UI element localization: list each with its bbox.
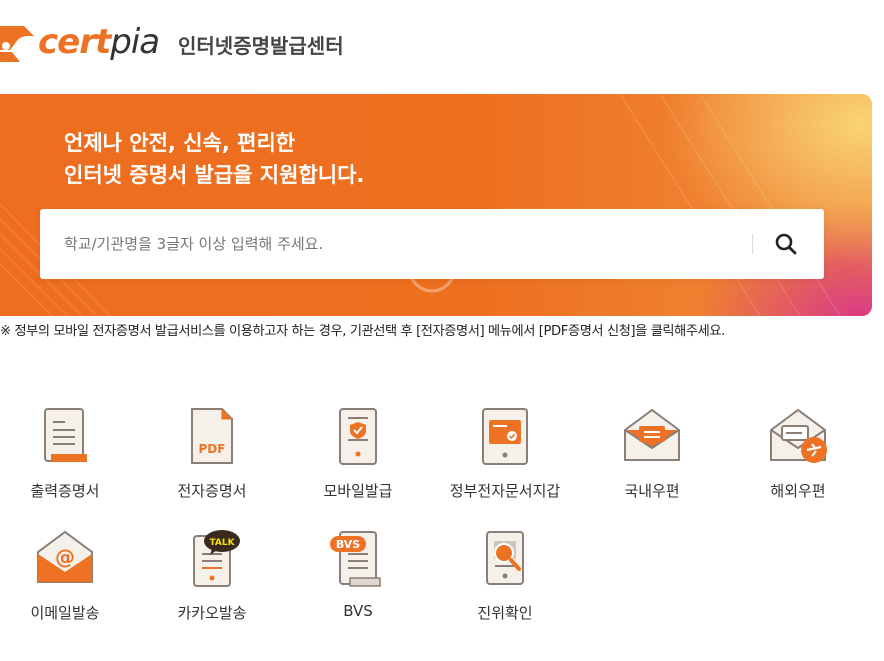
- menu-authenticity-check[interactable]: 진위확인: [440, 528, 570, 638]
- logo-mark-icon: [0, 22, 34, 62]
- menu-label: 진위확인: [477, 604, 533, 622]
- search-box: [40, 209, 824, 279]
- at-sign: @: [55, 545, 75, 569]
- bvs-document-icon: BVS: [330, 531, 381, 587]
- international-mail-icon: [770, 408, 827, 463]
- menu-international-mail[interactable]: 해외우편: [733, 406, 863, 516]
- menu-label: 모바일발급: [323, 482, 393, 500]
- search-divider: [752, 234, 753, 254]
- e-document-wallet-icon: [482, 408, 528, 465]
- header: certpia 인터넷증명발급센터: [0, 0, 884, 90]
- hero-headline-1: 언제나 안전, 신속, 편리한: [64, 131, 296, 155]
- printed-document-icon: [44, 408, 87, 462]
- menu-label: 이메일발송: [30, 604, 100, 622]
- menu-label: BVS: [343, 602, 373, 620]
- menu-label: 국내우편: [624, 482, 680, 500]
- search-button[interactable]: [764, 224, 808, 264]
- menu-label: 전자증명서: [177, 482, 247, 500]
- email-icon: @: [37, 530, 93, 583]
- hero-headline-2: 인터넷 증명서 발급을 지원합니다.: [64, 163, 365, 187]
- mobile-certificate-notice: ※ 정부의 모바일 전자증명서 발급서비스를 이용하고자 하는 경우, 기관선택…: [0, 324, 725, 339]
- logo-text-cert: cert: [38, 22, 111, 62]
- logo-text: certpia: [38, 22, 160, 62]
- menu-email-send[interactable]: @ 이메일발송: [0, 528, 130, 638]
- pdf-document-icon: PDF: [191, 408, 233, 464]
- search-icon: [775, 233, 797, 255]
- menu-label: 카카오발송: [177, 604, 247, 622]
- certpia-logo[interactable]: certpia: [0, 20, 160, 64]
- menu-mobile-issuance[interactable]: 모바일발급: [293, 406, 423, 516]
- bvs-badge: BVS: [336, 538, 360, 551]
- logo-text-pia: pia: [110, 22, 160, 62]
- menu-gov-e-wallet[interactable]: 정부전자문서지갑: [440, 406, 570, 516]
- menu-label: 정부전자문서지갑: [449, 482, 561, 500]
- menu-domestic-mail[interactable]: 국내우편: [587, 406, 717, 516]
- kakao-talk-icon: TALK: [193, 530, 240, 587]
- hero-banner: 언제나 안전, 신속, 편리한 인터넷 증명서 발급을 지원합니다.: [0, 94, 872, 316]
- menu-label: 해외우편: [770, 482, 826, 500]
- site-title: 인터넷증명발급센터: [178, 34, 344, 58]
- domestic-mail-icon: [624, 408, 680, 461]
- menu-kakao-send[interactable]: TALK 카카오발송: [147, 528, 277, 638]
- mobile-certificate-icon: [339, 408, 377, 465]
- search-input[interactable]: [64, 209, 744, 279]
- menu-electronic-certificate[interactable]: PDF 전자증명서: [147, 406, 277, 516]
- menu-bvs[interactable]: BVS BVS: [293, 528, 423, 638]
- menu-label: 출력증명서: [30, 482, 100, 500]
- pdf-badge: PDF: [199, 442, 226, 456]
- talk-badge: TALK: [209, 538, 235, 548]
- authenticity-check-icon: [486, 531, 524, 585]
- menu-printed-certificate[interactable]: 출력증명서: [0, 406, 130, 516]
